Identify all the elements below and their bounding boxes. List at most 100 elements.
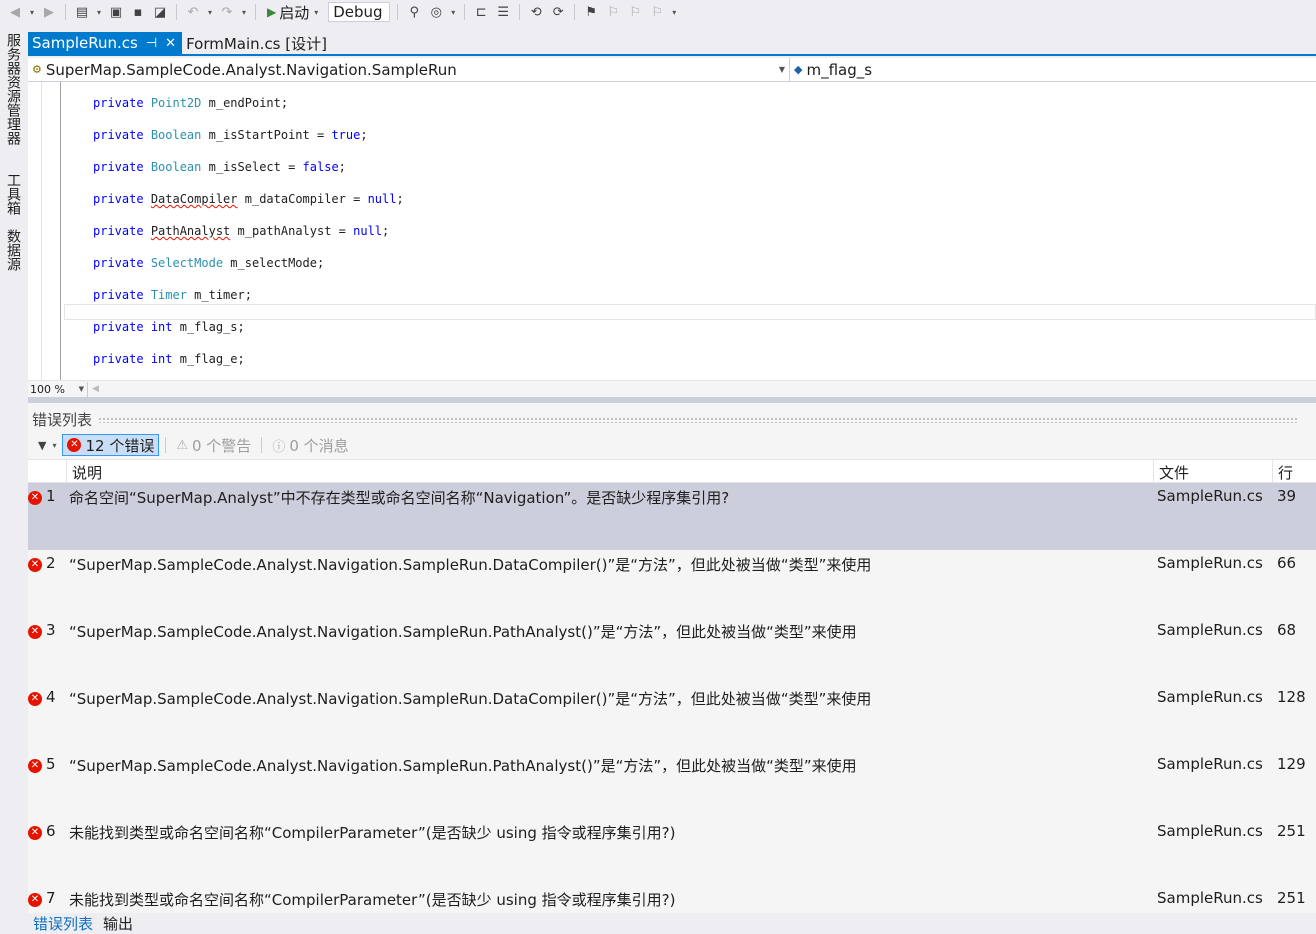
- back-dropdown-icon[interactable]: ▾: [28, 8, 36, 17]
- literal-token: false: [302, 160, 339, 174]
- toolbar-separator: [176, 4, 177, 20]
- error-row[interactable]: ✕ 4 “SuperMap.SampleCode.Analyst.Navigatio…: [28, 684, 1316, 751]
- error-description: “SuperMap.SampleCode.Analyst.Navigation.…: [69, 623, 857, 641]
- type-token: Timer: [150, 288, 187, 302]
- solution-config-select[interactable]: Debug: [328, 2, 391, 22]
- error-icon: ✕: [28, 893, 42, 907]
- semicolon-token: ;: [360, 128, 368, 142]
- literal-token: null: [353, 224, 383, 238]
- back-icon[interactable]: ◀: [6, 3, 24, 21]
- error-row[interactable]: ✕ 6 未能找到类型或命名空间名称“CompilerParameter”(是否缺少 …: [28, 818, 1316, 885]
- column-header-line[interactable]: 行: [1278, 462, 1293, 483]
- zoom-select[interactable]: 100 % ▼: [28, 381, 88, 397]
- undo-dropdown-icon[interactable]: ▾: [206, 8, 214, 17]
- warnings-filter-button[interactable]: ⚠ 0 个警告: [172, 434, 255, 456]
- tab-output[interactable]: 输出: [103, 913, 133, 933]
- redo-icon[interactable]: ↷: [218, 3, 236, 21]
- start-button[interactable]: ▶ 启动 ▾: [263, 2, 324, 23]
- literal-token: null: [367, 192, 397, 206]
- error-row[interactable]: ✕ 1 命名空间“SuperMap.Analyst”中不存在类型或命名空间名称“Na…: [28, 483, 1316, 550]
- column-header-description[interactable]: 说明: [72, 462, 102, 483]
- error-row[interactable]: ✕ 2 “SuperMap.SampleCode.Analyst.Navigatio…: [28, 550, 1316, 617]
- panel-title-bar: 错误列表: [32, 409, 1299, 430]
- side-tab-data-sources[interactable]: 数据源: [3, 224, 23, 276]
- forward-icon[interactable]: ▶: [40, 3, 58, 21]
- keyword-token: private: [93, 96, 144, 110]
- errors-filter-button[interactable]: ✕ 12 个错误: [62, 434, 160, 456]
- scroll-left-icon[interactable]: ◀: [92, 384, 99, 394]
- code-line: private DataCompiler m_dataCompiler = nu…: [93, 190, 404, 208]
- type-token: int: [150, 320, 173, 334]
- fold-guide: [60, 82, 61, 380]
- save-all-icon[interactable]: ◪: [151, 3, 169, 21]
- new-dropdown-icon[interactable]: ▾: [95, 8, 103, 17]
- editor-margin: [28, 82, 42, 380]
- type-combo[interactable]: ⚙ SuperMap.SampleCode.Analyst.Navigation…: [28, 58, 790, 81]
- open-icon[interactable]: ▣: [107, 3, 125, 21]
- side-tab-server-explorer[interactable]: 服务器资源管理器: [3, 28, 23, 150]
- toolbar-separator: [255, 4, 256, 20]
- error-description: “SuperMap.SampleCode.Analyst.Navigation.…: [69, 556, 872, 574]
- config-value: Debug: [333, 3, 383, 21]
- error-description: 未能找到类型或命名空间名称“CompilerParameter”(是否缺少 us…: [69, 824, 676, 842]
- code-editor[interactable]: private Point2D m_endPoint; private Boole…: [28, 82, 1316, 380]
- side-tool-strip: 服务器资源管理器 工具箱 数据源: [0, 24, 22, 931]
- side-tab-toolbox[interactable]: 工具箱: [3, 168, 23, 220]
- code-line: private int m_flag_e;: [93, 350, 245, 368]
- filter-icon[interactable]: ▼: [38, 439, 46, 452]
- prev-bookmark-icon[interactable]: ⚐: [604, 3, 622, 21]
- tab-formmain-design[interactable]: FormMain.cs [设计]: [182, 32, 333, 54]
- start-icon: ▶: [267, 5, 277, 19]
- identifier-token: m_flag_s;: [172, 320, 245, 334]
- error-icon: ✕: [28, 826, 42, 840]
- error-description: 命名空间“SuperMap.Analyst”中不存在类型或命名空间名称“Navi…: [69, 489, 730, 507]
- error-row[interactable]: ✕ 7 未能找到类型或命名空间名称“CompilerParameter”(是否缺少 …: [28, 885, 1316, 913]
- new-project-icon[interactable]: ▤: [73, 3, 91, 21]
- panel-grip[interactable]: [98, 416, 1299, 423]
- comment-icon[interactable]: ⟲: [527, 3, 545, 21]
- error-file: SampleRun.cs: [1157, 688, 1263, 706]
- pin-icon[interactable]: ⊣: [146, 36, 157, 51]
- clear-bookmarks-icon[interactable]: ⚐: [648, 3, 666, 21]
- error-line: 39: [1277, 487, 1297, 505]
- layout-icon[interactable]: ☰: [494, 3, 512, 21]
- error-row[interactable]: ✕ 5 “SuperMap.SampleCode.Analyst.Navigatio…: [28, 751, 1316, 818]
- semicolon-token: ;: [382, 224, 390, 238]
- column-header-file[interactable]: 文件: [1159, 462, 1189, 483]
- member-combo[interactable]: ◆ m_flag_s: [790, 58, 1316, 81]
- type-token: int: [150, 352, 173, 366]
- align-icon[interactable]: ⊏: [472, 3, 490, 21]
- identifier-token: m_selectMode;: [223, 256, 325, 270]
- bottom-panel-tabs: 错误列表 输出: [28, 913, 1316, 933]
- current-line-highlight: [64, 304, 1316, 320]
- undo-icon[interactable]: ↶: [184, 3, 202, 21]
- identifier-token: m_pathAnalyst =: [230, 224, 354, 238]
- type-token: Boolean: [150, 128, 202, 142]
- error-file: SampleRun.cs: [1157, 889, 1263, 907]
- uncomment-icon[interactable]: ⟳: [549, 3, 567, 21]
- next-bookmark-icon[interactable]: ⚐: [626, 3, 644, 21]
- toolbar-separator: [397, 4, 399, 20]
- browse-icon[interactable]: ◎: [427, 3, 445, 21]
- browse-dropdown-icon[interactable]: ▾: [449, 8, 457, 17]
- identifier-token: m_flag_e;: [172, 352, 245, 366]
- identifier-token: m_isStartPoint =: [201, 128, 332, 142]
- bookmark-icon[interactable]: ⚑: [582, 3, 600, 21]
- redo-dropdown-icon[interactable]: ▾: [240, 8, 248, 17]
- class-icon: ⚙: [32, 63, 42, 76]
- tab-samplerun-cs[interactable]: SampleRun.cs ⊣ ✕: [28, 32, 183, 54]
- tab-error-list[interactable]: 错误列表: [33, 913, 93, 933]
- save-icon[interactable]: ▪: [129, 3, 147, 21]
- error-number: 1: [46, 487, 56, 505]
- close-icon[interactable]: ✕: [165, 36, 176, 51]
- find-in-files-icon[interactable]: ⚲: [405, 3, 423, 21]
- messages-filter-button[interactable]: ⓘ 0 个消息: [268, 434, 352, 456]
- error-row[interactable]: ✕ 3 “SuperMap.SampleCode.Analyst.Navigatio…: [28, 617, 1316, 684]
- error-file: SampleRun.cs: [1157, 822, 1263, 840]
- error-file: SampleRun.cs: [1157, 755, 1263, 773]
- filter-dropdown-icon[interactable]: ▾: [52, 441, 56, 450]
- toolbar-overflow-icon[interactable]: ▾: [670, 8, 678, 17]
- type-combo-value: SuperMap.SampleCode.Analyst.Navigation.S…: [45, 60, 457, 79]
- error-line: 128: [1277, 688, 1306, 706]
- toolbar-separator: [65, 4, 66, 20]
